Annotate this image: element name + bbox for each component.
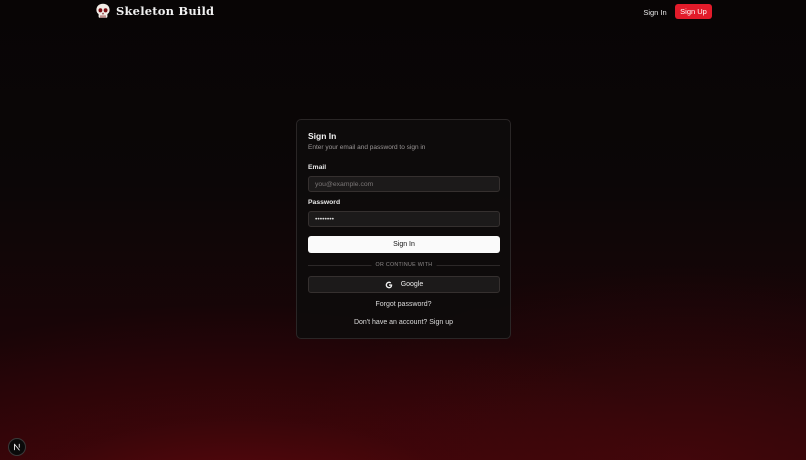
card-title: Sign In xyxy=(308,131,337,141)
nextjs-devtools-badge[interactable] xyxy=(8,438,26,456)
no-account-text: Don't have an account? xyxy=(353,319,428,326)
google-button-label: Google xyxy=(400,281,424,288)
password-label: Password xyxy=(308,199,341,206)
nextjs-icon xyxy=(14,443,20,451)
email-input[interactable] xyxy=(308,176,500,192)
sign-up-link[interactable]: Sign up xyxy=(429,319,453,326)
divider: OR CONTINUE WITH xyxy=(308,260,500,270)
brand-name: Skeleton Build xyxy=(116,4,215,18)
password-input[interactable] xyxy=(308,211,500,227)
google-icon xyxy=(385,281,392,288)
signup-prompt: Don't have an account? Sign up xyxy=(297,319,510,326)
top-nav-bar: Skeleton Build Sign In Sign Up xyxy=(0,0,806,24)
brand[interactable]: Skeleton Build xyxy=(95,3,214,19)
nav-sign-in-link[interactable]: Sign In xyxy=(636,4,674,20)
forgot-password-link[interactable]: Forgot password? xyxy=(297,301,510,308)
nav-sign-up-button[interactable]: Sign Up xyxy=(675,4,712,19)
google-sign-in-button[interactable]: Google xyxy=(308,276,500,293)
email-label: Email xyxy=(308,164,327,171)
sign-in-submit-button[interactable]: Sign In xyxy=(308,236,500,253)
card-subtitle: Enter your email and password to sign in xyxy=(308,144,426,151)
skull-icon xyxy=(96,3,110,18)
sign-in-card: Sign In Enter your email and password to… xyxy=(296,119,511,339)
divider-text: OR CONTINUE WITH xyxy=(371,260,437,270)
